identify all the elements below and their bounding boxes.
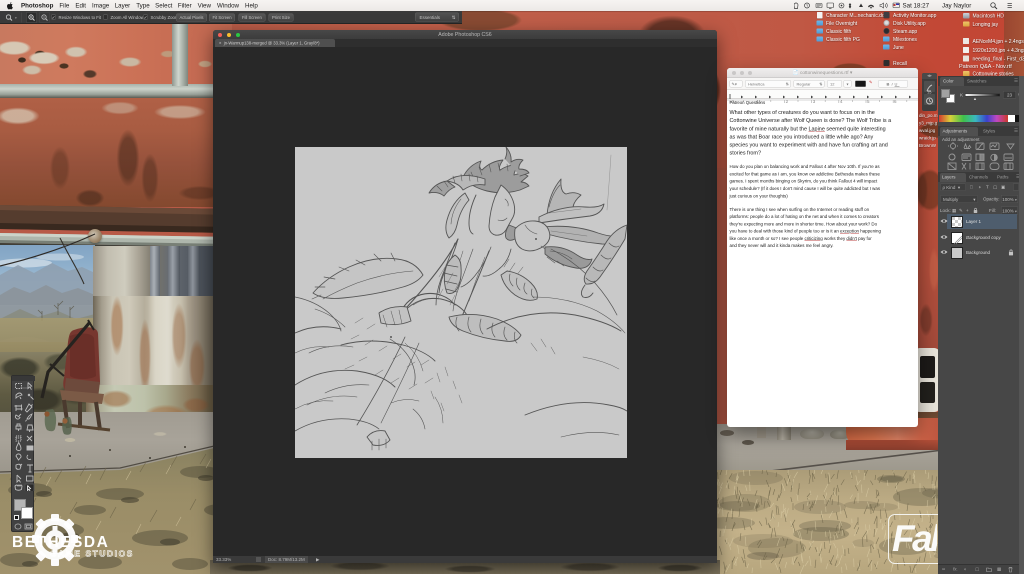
svg-text:GAME STUDIOS: GAME STUDIOS <box>50 549 133 559</box>
